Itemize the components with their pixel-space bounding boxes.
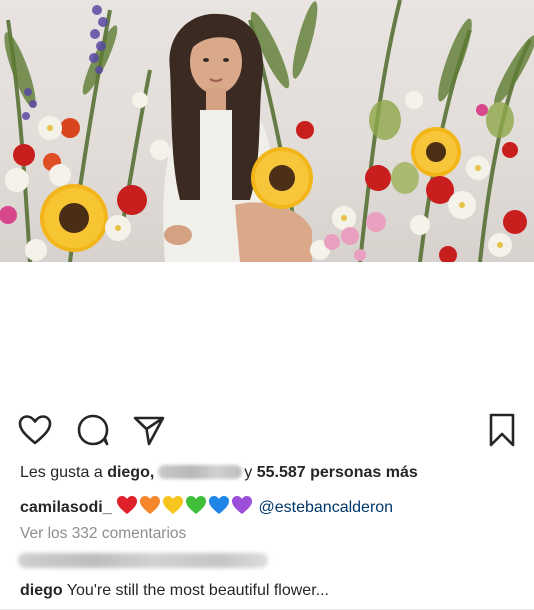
heart-emoji-icon <box>232 496 253 514</box>
post-photo[interactable] <box>0 0 534 262</box>
comment-row: diego You're still the most beautiful fl… <box>20 582 329 600</box>
caption-mention[interactable]: @estebancalderon <box>259 499 394 516</box>
post-caption: camilasodi_ @estebancalderon <box>20 495 393 517</box>
heart-emoji-icon <box>140 496 161 514</box>
flower-portrait-image <box>0 0 534 262</box>
heart-icon[interactable] <box>17 412 53 448</box>
likes-summary[interactable]: Les gusta a diego, y 55.587 personas más <box>20 464 418 482</box>
send-icon[interactable] <box>131 412 167 448</box>
liker-username[interactable]: diego, <box>107 464 154 481</box>
caption-username[interactable]: camilasodi_ <box>20 499 112 516</box>
blurred-username <box>158 465 243 479</box>
post-action-bar <box>0 412 534 452</box>
comment-username[interactable]: diego <box>20 582 63 599</box>
bookmark-icon[interactable] <box>484 412 520 448</box>
comment-text: You're still the most beautiful flower..… <box>66 582 329 599</box>
likes-count[interactable]: 55.587 personas más <box>257 464 418 481</box>
likes-joiner: y <box>244 464 253 481</box>
heart-emoji-icon <box>117 496 138 514</box>
view-all-comments-link[interactable]: Ver los 332 comentarios <box>20 525 186 543</box>
heart-emoji-icon <box>209 496 230 514</box>
likes-prefix: Les gusta a <box>20 464 103 481</box>
comment-icon[interactable] <box>75 412 111 448</box>
heart-emoji-row <box>116 496 254 516</box>
blurred-comment <box>18 553 268 568</box>
heart-emoji-icon <box>186 496 207 514</box>
heart-emoji-icon <box>163 496 184 514</box>
